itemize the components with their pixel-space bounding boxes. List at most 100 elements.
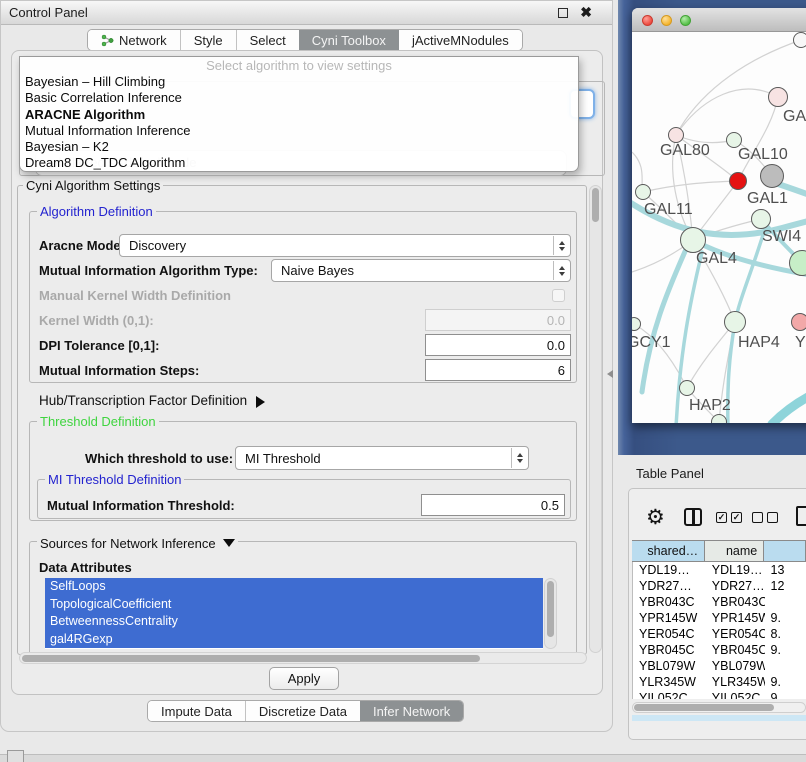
network-node-swi4[interactable]: [751, 209, 771, 229]
bottom-tab-impute-data[interactable]: Impute Data: [148, 701, 245, 721]
bottom-status-strip: [0, 754, 806, 762]
network-node-gal1[interactable]: [729, 172, 747, 190]
kernel-width-input[interactable]: 0.0: [425, 309, 571, 331]
table-header-name[interactable]: name: [705, 540, 764, 562]
dpi-tolerance-input[interactable]: 0.0: [425, 334, 571, 356]
network-node-label-swi4: SWI4: [762, 228, 801, 246]
mi-threshold-label: Mutual Information Threshold:: [47, 498, 235, 513]
tab-jactivemnodules[interactable]: jActiveMNodules: [399, 30, 522, 50]
table-row[interactable]: YBL079WYBL079W: [633, 658, 806, 674]
table-row[interactable]: YER054CYER054C8.: [633, 626, 806, 642]
table-row[interactable]: YDR27…YDR27…12: [633, 578, 806, 594]
control-panel-titlebar[interactable]: Control Panel ✖: [1, 1, 612, 25]
attribute-item-gal4rgexp[interactable]: gal4RGexp: [45, 631, 543, 649]
table-row[interactable]: YIL052CYIL052C9: [633, 690, 806, 699]
mi-type-spinner-icon[interactable]: [553, 261, 569, 280]
settings-horizontal-scrollbar[interactable]: [19, 652, 587, 664]
close-panel-icon[interactable]: ✖: [580, 4, 592, 21]
desktop-background: GALGAL80GAL10GAL1GAL11SWI4GAL4GCY1HAP4YH…: [618, 0, 806, 455]
network-node-gal11[interactable]: [635, 184, 651, 200]
sources-title-toggle[interactable]: Sources for Network Inference: [37, 534, 238, 551]
mi-steps-input[interactable]: 6: [425, 359, 571, 381]
which-threshold-combo[interactable]: MI Threshold: [235, 446, 529, 470]
table-row[interactable]: YBR043CYBR043C: [633, 594, 806, 610]
table-row[interactable]: YLR345WYLR345W9.: [633, 674, 806, 690]
mi-threshold-input[interactable]: 0.5: [421, 494, 565, 516]
bottom-tab-discretize-data[interactable]: Discretize Data: [245, 701, 360, 721]
manual-kernel-checkbox[interactable]: [552, 289, 565, 302]
hub-section-toggle[interactable]: Hub/Transcription Factor Definition: [39, 393, 271, 408]
table-horizontal-scrollbar-thumb[interactable]: [634, 704, 774, 711]
columns-icon[interactable]: [684, 508, 702, 526]
which-threshold-spinner-icon[interactable]: [511, 448, 527, 468]
aracne-mode-combo[interactable]: Discovery: [119, 234, 571, 257]
kernel-width-label: Kernel Width (0,1):: [39, 313, 154, 328]
algorithm-option-dream8-dc-tdc-algorithm[interactable]: Dream8 DC_TDC Algorithm: [20, 155, 578, 171]
attributes-list-scrollbar[interactable]: [544, 578, 557, 649]
table-cell: YIL052C: [706, 690, 765, 699]
algorithm-option-aracne-algorithm[interactable]: ARACNE Algorithm: [20, 107, 578, 123]
algorithm-option-mutual-information-inference[interactable]: Mutual Information Inference: [20, 123, 578, 139]
dpi-tolerance-value: 0.0: [547, 338, 565, 353]
table-header-shared[interactable]: shared…: [632, 540, 705, 562]
table-cell: 13: [765, 562, 806, 578]
table-horizontal-scrollbar[interactable]: [632, 702, 806, 713]
tab-cyni-toolbox[interactable]: Cyni Toolbox: [299, 30, 399, 50]
hub-section-label: Hub/Transcription Factor Definition: [39, 393, 247, 408]
table-header: shared…name: [632, 540, 806, 562]
tab-network[interactable]: Network: [88, 30, 180, 50]
attribute-item-selfloops[interactable]: SelfLoops: [45, 578, 543, 596]
zoom-window-icon[interactable]: [680, 15, 691, 26]
data-attributes-list[interactable]: SelfLoopsTopologicalCoefficientBetweenne…: [45, 578, 543, 649]
attribute-item-betweennesscentrality[interactable]: BetweennessCentrality: [45, 613, 543, 631]
threshold-definition-title: Threshold Definition: [37, 414, 159, 429]
table-cell: YIL052C: [633, 690, 706, 699]
table-cell: YLR345W: [706, 674, 765, 690]
table-row[interactable]: YDL19…YDL19…13: [633, 562, 806, 578]
network-canvas[interactable]: GALGAL80GAL10GAL1GAL11SWI4GAL4GCY1HAP4YH…: [632, 32, 806, 423]
table-row[interactable]: YBR045CYBR045C9.: [633, 642, 806, 658]
table-header-col3[interactable]: [764, 540, 806, 562]
network-window-titlebar[interactable]: [632, 8, 806, 32]
attributes-list-scrollbar-thumb[interactable]: [547, 581, 554, 637]
algorithm-option-bayesian-hill-climbing[interactable]: Bayesian – Hill Climbing: [20, 74, 578, 90]
gear-icon[interactable]: ⚙: [646, 505, 665, 530]
bottom-left-handle-icon[interactable]: [7, 750, 24, 762]
settings-vertical-scrollbar[interactable]: [589, 185, 602, 653]
table-cell: YDR27…: [633, 578, 706, 594]
attribute-item-topologicalcoefficient[interactable]: TopologicalCoefficient: [45, 596, 543, 614]
bottom-tab-infer-network[interactable]: Infer Network: [360, 701, 463, 721]
columns-icon-divider: [692, 510, 695, 524]
aracne-mode-spinner-icon[interactable]: [553, 236, 569, 255]
select-all-checks-icon[interactable]: ✓✓: [716, 512, 742, 523]
table-cell: 9.: [765, 642, 806, 658]
network-node-hap4[interactable]: [724, 311, 746, 333]
deselect-all-checks-icon[interactable]: [752, 512, 778, 523]
settings-vertical-scrollbar-thumb[interactable]: [592, 188, 599, 222]
mi-type-combo[interactable]: Naive Bayes: [271, 259, 571, 282]
network-node[interactable]: [793, 32, 806, 48]
network-node-gal80[interactable]: [668, 127, 684, 143]
table-body: YDL19…YDL19…13YDR27…YDR27…12YBR043CYBR04…: [632, 562, 806, 699]
network-node[interactable]: [711, 414, 727, 423]
tab-style[interactable]: Style: [180, 30, 236, 50]
apply-button[interactable]: Apply: [269, 667, 339, 690]
network-node-label-gal1: GAL1: [747, 190, 788, 208]
network-node-y[interactable]: [791, 313, 806, 331]
network-node[interactable]: [760, 164, 784, 188]
network-node-gal[interactable]: [768, 87, 788, 107]
tab-jactivemnodules-label: jActiveMNodules: [412, 33, 509, 48]
network-node-hap2[interactable]: [679, 380, 695, 396]
close-window-icon[interactable]: [642, 15, 653, 26]
table-row[interactable]: YPR145WYPR145W9.: [633, 610, 806, 626]
algorithm-option-bayesian-k2[interactable]: Bayesian – K2: [20, 139, 578, 155]
document-icon[interactable]: [796, 506, 806, 526]
algorithm-option-basic-correlation-inference[interactable]: Basic Correlation Inference: [20, 90, 578, 106]
tab-select[interactable]: Select: [236, 30, 299, 50]
tab-cyni-toolbox-label: Cyni Toolbox: [312, 33, 386, 48]
minimize-window-icon[interactable]: [661, 15, 672, 26]
network-node-label-hap4: HAP4: [738, 334, 780, 352]
float-panel-icon[interactable]: [558, 8, 568, 18]
panel-splitter-arrow-icon[interactable]: [603, 370, 613, 378]
settings-horizontal-scrollbar-thumb[interactable]: [22, 655, 480, 662]
